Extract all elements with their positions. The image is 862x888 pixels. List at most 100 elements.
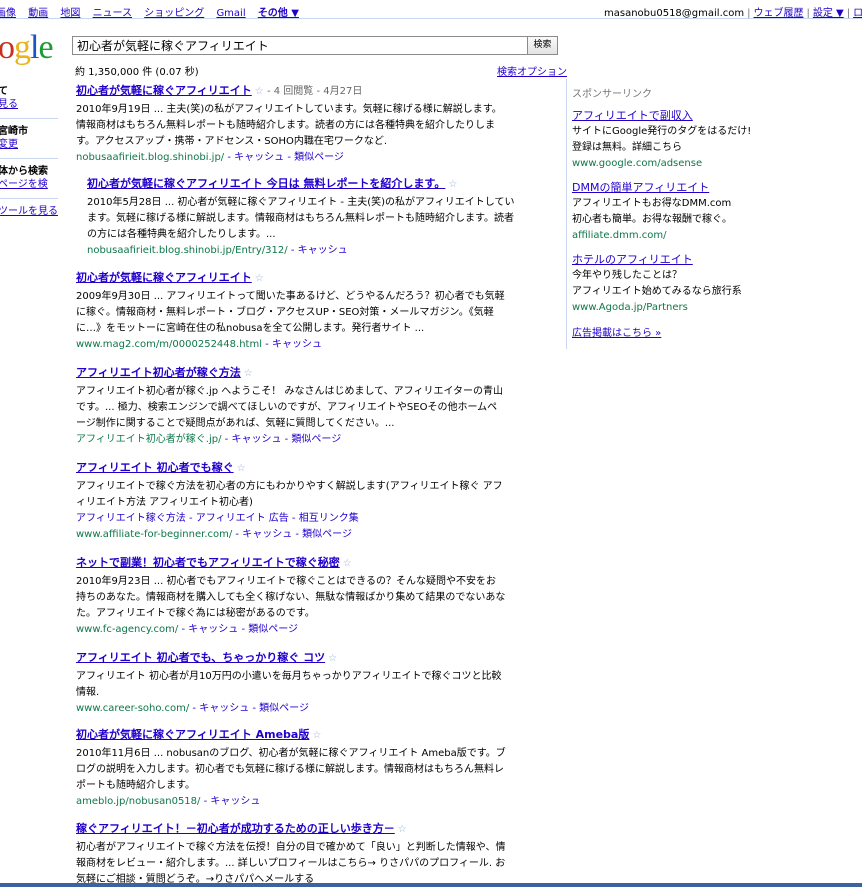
result-snippet: 2010年9月23日 ... 初心者でもアフィリエイトで稼ぐことはできるの？そん… [76, 576, 506, 619]
result-cache-links[interactable]: - キャッシュ - 類似ページ [181, 624, 298, 635]
sidebar-divider [0, 118, 58, 119]
search-result: 初心者が気軽に稼ぐアフィリエイト ☆ - 4 回閲覧 - 4月27日 2010年9… [76, 83, 506, 166]
google-logo[interactable]: oogle [0, 28, 54, 68]
search-result: アフィリエイト初心者が稼ぐ方法 ☆ アフィリエイト初心者が稼ぐ.jp へようこそ！… [76, 365, 506, 448]
result-snippet: アフィリエイト 初心者が月10万円の小遣いを毎月ちゃっかりアフィリエイトで稼ぐコ… [76, 671, 502, 698]
ad-text: サイトにGoogle発行のタグをはるだけ! [572, 126, 752, 137]
result-snippet: 2010年5月28日 ... 初心者が気軽に稼ぐアフィリエイト - 主夫(笑)の… [87, 197, 515, 240]
star-icon[interactable]: ☆ [255, 273, 264, 284]
result-title-link[interactable]: ネットで副業！初心者でもアフィリエイトで稼ぐ秘密 [76, 556, 340, 569]
result-cache-links[interactable]: - キャッシュ [291, 245, 348, 256]
result-cache-links[interactable]: - キャッシュ [204, 796, 261, 807]
star-icon[interactable]: ☆ [398, 824, 407, 835]
top-nav: 画像 動画 地図 ニュース ショッピング Gmail その他 ▼ [0, 4, 308, 18]
star-icon[interactable]: ☆ [237, 463, 246, 474]
result-title-link[interactable]: 初心者が気軽に稼ぐアフィリエイト [76, 84, 252, 97]
search-result: アフィリエイト 初心者でも、ちゃっかり稼ぐ コツ ☆ アフィリエイト 初心者が月1… [76, 650, 506, 717]
result-url: ameblo.jp/nobusan0518/ [76, 796, 201, 807]
left-sidebar: て 見る 宮崎市 変更 体から検索 ページを検 ツールを見る [0, 85, 60, 218]
result-url: アフィリエイト初心者が稼ぐ.jp/ [76, 434, 222, 445]
result-title-link[interactable]: アフィリエイト 初心者でも、ちゃっかり稼ぐ コツ [76, 651, 325, 664]
ad-url: www.google.com/adsense [572, 158, 703, 169]
result-url: nobusaafirieit.blog.shinobi.jp/ [76, 152, 225, 163]
nav-news-link[interactable]: ニュース [93, 8, 133, 18]
web-history-link[interactable]: ウェブ履歴 [753, 8, 803, 18]
search-result-indented: 初心者が気軽に稼ぐアフィリエイト 今日は 無料レポートを紹介します。 ☆ 2010… [87, 176, 517, 259]
sidebar-change-location-link[interactable]: 変更 [0, 138, 60, 151]
ad-text: アフィリエイト始めてみるなら旅行系 [572, 286, 742, 297]
ad-item: アフィリエイトで副収入 サイトにGoogle発行のタグをはるだけ! 登録は無料。… [572, 108, 752, 172]
ad-text: アフィリエイトもお得なDMM.com [572, 198, 732, 209]
star-icon[interactable]: ☆ [244, 368, 253, 379]
result-sitelinks[interactable]: アフィリエイト稼ぐ方法 - アフィリエイト 広告 - 相互リンク集 [76, 511, 506, 527]
nav-shopping-link[interactable]: ショッピング [144, 8, 204, 18]
result-snippet: 初心者がアフィリエイトで稼ぐ方法を伝授！自分の目で確かめて「良い」と判断した情報… [76, 842, 506, 885]
search-options-link[interactable]: 検索オプション [497, 63, 567, 78]
sidebar-item-everything[interactable]: て [0, 85, 60, 98]
search-result: 初心者が気軽に稼ぐアフィリエイト Ameba版 ☆ 2010年11月6日 ... … [76, 727, 506, 810]
result-cache-links[interactable]: - キャッシュ - 類似ページ [225, 434, 342, 445]
star-icon[interactable]: ☆ [448, 179, 457, 190]
result-title-link[interactable]: 初心者が気軽に稼ぐアフィリエイト 今日は 無料レポートを紹介します。 [87, 177, 445, 190]
nav-more-menu[interactable]: その他 ▼ [258, 8, 299, 18]
ad-item: ホテルのアフィリエイト 今年やり残したことは？ アフィリエイト始めてみるなら旅行… [572, 252, 752, 316]
result-snippet: 2010年9月19日 ... 主夫(笑)の私がアフィリエイトしています。気軽に稼… [76, 104, 502, 147]
result-url: www.affiliate-for-beginner.com/ [76, 529, 233, 540]
user-bar: masanobu0518@gmail.com|ウェブ履歴|設定 ▼|ログ [604, 4, 862, 19]
star-icon[interactable]: ☆ [343, 558, 352, 569]
result-title-link[interactable]: アフィリエイト 初心者でも稼ぐ [76, 461, 234, 474]
sidebar-search-all[interactable]: 体から検索 [0, 165, 60, 178]
star-icon[interactable]: ☆ [328, 653, 337, 664]
star-icon[interactable]: ☆ [255, 86, 264, 97]
user-email: masanobu0518@gmail.com [604, 8, 745, 19]
result-title-link[interactable]: 初心者が気軽に稼ぐアフィリエイト Ameba版 [76, 728, 309, 741]
search-input[interactable]: 初心者が気軽に稼ぐアフィリエイト [72, 36, 527, 55]
star-icon[interactable]: ☆ [312, 730, 321, 741]
ad-headline-link[interactable]: アフィリエイトで副収入 [572, 108, 752, 124]
nav-images-link[interactable]: 画像 [0, 8, 16, 18]
nav-maps-link[interactable]: 地図 [60, 8, 80, 18]
sidebar-more-link[interactable]: 見る [0, 98, 60, 111]
settings-menu[interactable]: 設定 ▼ [813, 8, 844, 18]
result-meta: - 4 回閲覧 - 4月27日 [266, 86, 363, 97]
search-result: アフィリエイト 初心者でも稼ぐ ☆ アフィリエイトで稼ぐ方法を初心者の方にもわかり… [76, 460, 506, 543]
sponsored-title: スポンサーリンク [572, 89, 652, 100]
search-button[interactable]: 検索 [527, 36, 558, 55]
sidebar-divider [0, 198, 58, 199]
sidebar-show-tools-link[interactable]: ツールを見る [0, 205, 60, 218]
ad-text: 初心者も簡単。お得な報酬で稼ぐ。 [572, 214, 732, 225]
nav-gmail-link[interactable]: Gmail [216, 8, 245, 18]
result-cache-links[interactable]: - キャッシュ - 類似ページ [227, 152, 344, 163]
taskbar-edge [0, 883, 862, 887]
nav-video-link[interactable]: 動画 [28, 8, 48, 18]
result-cache-links[interactable]: - キャッシュ - 類似ページ [235, 529, 352, 540]
result-cache-links[interactable]: - キャッシュ [265, 339, 322, 350]
ad-headline-link[interactable]: ホテルのアフィリエイト [572, 252, 752, 268]
result-stats: 約 1,350,000 件 (0.07 秒) [75, 67, 199, 78]
ad-url: affiliate.dmm.com/ [572, 230, 667, 241]
ad-text: 登録は無料。詳細こちら [572, 142, 682, 153]
ad-headline-link[interactable]: DMMの簡単アフィリエイト [572, 180, 752, 196]
ad-item: DMMの簡単アフィリエイト アフィリエイトもお得なDMM.com 初心者も簡単。… [572, 180, 752, 244]
result-title-link[interactable]: アフィリエイト初心者が稼ぐ方法 [76, 366, 241, 379]
ad-url: www.Agoda.jp/Partners [572, 302, 688, 313]
result-snippet: 2009年9月30日 ... アフィリエイトって聞いた事あるけど、どうやるんだろ… [76, 291, 505, 334]
ad-text: 今年やり残したことは？ [572, 270, 682, 281]
advertise-here-link[interactable]: 広告掲載はこちら » [572, 324, 752, 339]
search-result: ネットで副業！初心者でもアフィリエイトで稼ぐ秘密 ☆ 2010年9月23日 ...… [76, 555, 506, 638]
result-url: nobusaafirieit.blog.shinobi.jp/Entry/312… [87, 245, 288, 256]
result-cache-links[interactable]: - キャッシュ - 類似ページ [192, 703, 309, 714]
search-result: 初心者が気軽に稼ぐアフィリエイト ☆ 2009年9月30日 ... アフィリエイト… [76, 270, 506, 353]
logout-link[interactable]: ログ [853, 8, 862, 18]
sidebar-divider [0, 158, 58, 159]
result-snippet: 2010年11月6日 ... nobusanのブログ、初心者が気軽に稼ぐアフィリ… [76, 748, 506, 791]
result-url: www.career-soho.com/ [76, 703, 190, 714]
result-snippet: アフィリエイト初心者が稼ぐ.jp へようこそ！ みなさんはじめまして、アフィリエ… [76, 386, 504, 429]
result-snippet: アフィリエイトで稼ぐ方法を初心者の方にもわかりやすく解説します(アフィリエイト稼… [76, 481, 503, 508]
result-url: www.mag2.com/m/0000252448.html [76, 339, 262, 350]
result-url: www.fc-agency.com/ [76, 624, 179, 635]
result-title-link[interactable]: 初心者が気軽に稼ぐアフィリエイト [76, 271, 252, 284]
sidebar-search-pages-link[interactable]: ページを検 [0, 178, 60, 191]
result-title-link[interactable]: 稼ぐアフィリエイト！－初心者が成功するための正しい歩き方－ [76, 822, 395, 835]
sponsored-links: スポンサーリンク アフィリエイトで副収入 サイトにGoogle発行のタグをはるだ… [566, 79, 752, 349]
